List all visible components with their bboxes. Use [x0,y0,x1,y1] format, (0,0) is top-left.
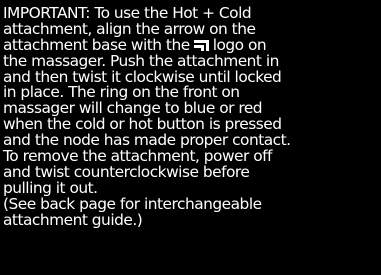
instruction-line: attachment guide.) [3,210,143,229]
instruction-note: IMPORTANT: To use the Hot + Cold attachm… [3,5,379,229]
brand-logo-icon [193,39,209,51]
